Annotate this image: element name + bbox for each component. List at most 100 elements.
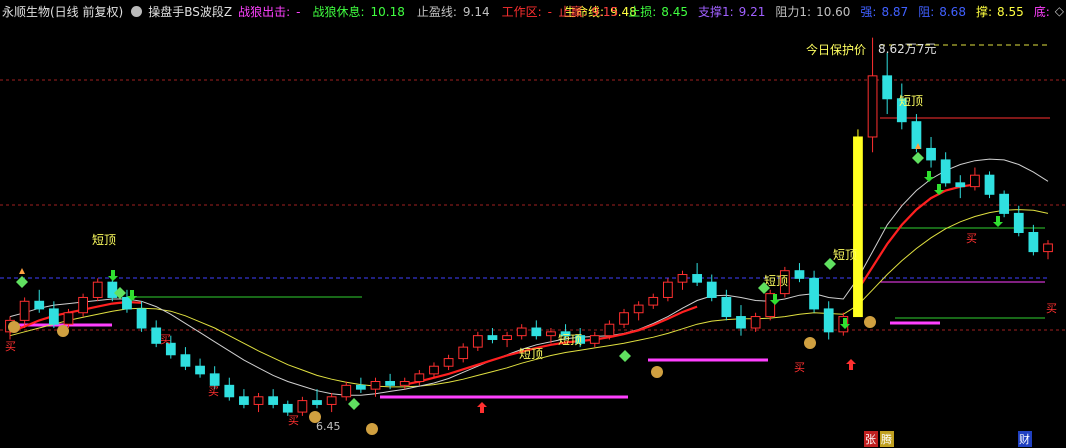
- candle: [312, 389, 322, 409]
- candle: [619, 308, 629, 329]
- gear-icon[interactable]: [131, 5, 143, 17]
- money-bag-icon: [57, 325, 69, 337]
- candle-body: [253, 396, 264, 405]
- candle: [853, 129, 863, 318]
- candle-body: [531, 327, 542, 337]
- candle-body: [867, 75, 878, 138]
- candle: [472, 331, 483, 351]
- candle-body: [853, 136, 863, 318]
- short-top-label-1: 短顶: [92, 233, 116, 247]
- candle-body: [122, 296, 132, 310]
- candle-body: [282, 403, 293, 413]
- legend-stop-gain: 止赢: 9.15: [558, 4, 619, 19]
- candle: [794, 263, 805, 283]
- candle-body: [429, 365, 439, 375]
- legend-block: 阻: 8.68: [918, 4, 966, 19]
- candle-body: [1013, 212, 1024, 233]
- candle: [984, 171, 995, 199]
- indicator-name[interactable]: 操盘手BS波段Z: [148, 3, 232, 20]
- money-bag-icon: [804, 337, 816, 349]
- down-arrow-icon: [924, 171, 934, 182]
- candle: [443, 354, 454, 371]
- candle: [750, 312, 761, 332]
- candle-body: [663, 281, 673, 298]
- header-item-rest: 战狼休息: 10.18: [312, 4, 405, 19]
- up-arrow-icon: [477, 402, 487, 413]
- candle-body: [633, 304, 644, 314]
- zhang-label: 张: [865, 433, 876, 446]
- candle: [180, 347, 191, 371]
- candle: [268, 389, 279, 409]
- candle-body: [970, 174, 980, 188]
- candle: [136, 301, 147, 332]
- candle-body: [984, 174, 995, 195]
- candle: [926, 136, 936, 168]
- candlestick-chart[interactable]: 今日保护价 8.62万7元 短顶 短顶 短顶 短顶 短顶 短顶 6.45 买 买…: [0, 0, 1066, 448]
- diamond-icon[interactable]: ◇: [1055, 4, 1064, 18]
- legend-stop-loss: 止损: 8.45: [628, 4, 688, 19]
- money-bag-icon: [309, 411, 321, 423]
- candle-body: [823, 308, 834, 333]
- short-top-label-2: 短顶: [519, 347, 543, 361]
- levels-legend: 止赢: 9.15 止损: 8.45 支撑1: 9.21 阻力1: 10.60 强: 8.8…: [548, 0, 1064, 22]
- buy-label-4: 买: [288, 414, 299, 427]
- candle: [867, 37, 878, 153]
- candle: [78, 293, 88, 317]
- cai-label: 财: [1019, 432, 1030, 446]
- candle-body: [487, 335, 498, 340]
- candle-body: [195, 365, 205, 375]
- chart-annotations: 今日保护价 8.62万7元 短顶 短顶 短顶 短顶 短顶 短顶 6.45 买 买…: [5, 42, 1057, 447]
- money-bag-icon: [366, 423, 378, 435]
- diamond-signal-icon: [348, 398, 360, 410]
- candle: [706, 274, 717, 302]
- candle-body: [297, 400, 308, 413]
- candle-body: [92, 281, 103, 298]
- money-bag-icon: [651, 366, 663, 378]
- candle-body: [502, 335, 512, 340]
- candle: [34, 289, 45, 313]
- candle-body: [19, 300, 30, 321]
- candle: [809, 270, 819, 313]
- candle: [253, 392, 264, 413]
- candle: [999, 190, 1010, 218]
- ma-red-line: [9, 183, 976, 386]
- buy-label-2: 买: [160, 333, 171, 346]
- candle: [677, 270, 688, 290]
- candle: [516, 324, 527, 340]
- legend-support: 支撑1: 9.21: [697, 4, 766, 19]
- candle: [92, 278, 103, 302]
- candle-body: [458, 346, 469, 360]
- down-arrow-icon: [108, 270, 118, 281]
- candle-body: [955, 182, 966, 188]
- candle-body: [472, 335, 483, 348]
- legend-hold: 撑: 8.55: [975, 4, 1024, 19]
- candle: [19, 297, 30, 329]
- legend-resistance: 阻力1: 10.60: [775, 4, 851, 19]
- up-arrow-icon: [846, 359, 856, 370]
- candle: [355, 377, 366, 393]
- candle-body: [414, 373, 425, 383]
- low-price-label: 6.45: [316, 420, 341, 433]
- candle-body: [721, 296, 732, 318]
- candle: [429, 362, 439, 378]
- candle-body: [882, 75, 893, 100]
- candle-body: [619, 312, 629, 325]
- header-item-take-profit: 止盈线: 9.14: [416, 4, 490, 19]
- legend-strong: 强: 8.87: [860, 4, 909, 19]
- buy-label-3: 买: [208, 385, 219, 398]
- buy-label-5: 买: [794, 361, 805, 374]
- candle-body: [809, 277, 819, 310]
- candle-body: [443, 358, 454, 367]
- candle: [823, 301, 834, 340]
- candle-body: [926, 147, 936, 161]
- stock-title[interactable]: 永顺生物(日线 前复权): [2, 3, 123, 20]
- candle-body: [268, 396, 279, 405]
- short-top-label-3: 短顶: [558, 333, 582, 347]
- diamond-signal-icon: [619, 350, 631, 362]
- candle-body: [604, 323, 615, 337]
- candle: [882, 52, 893, 115]
- candle-body: [911, 121, 922, 149]
- protect-price-label: 今日保护价: [806, 42, 866, 57]
- candle-body: [399, 381, 410, 386]
- candle: [692, 263, 703, 286]
